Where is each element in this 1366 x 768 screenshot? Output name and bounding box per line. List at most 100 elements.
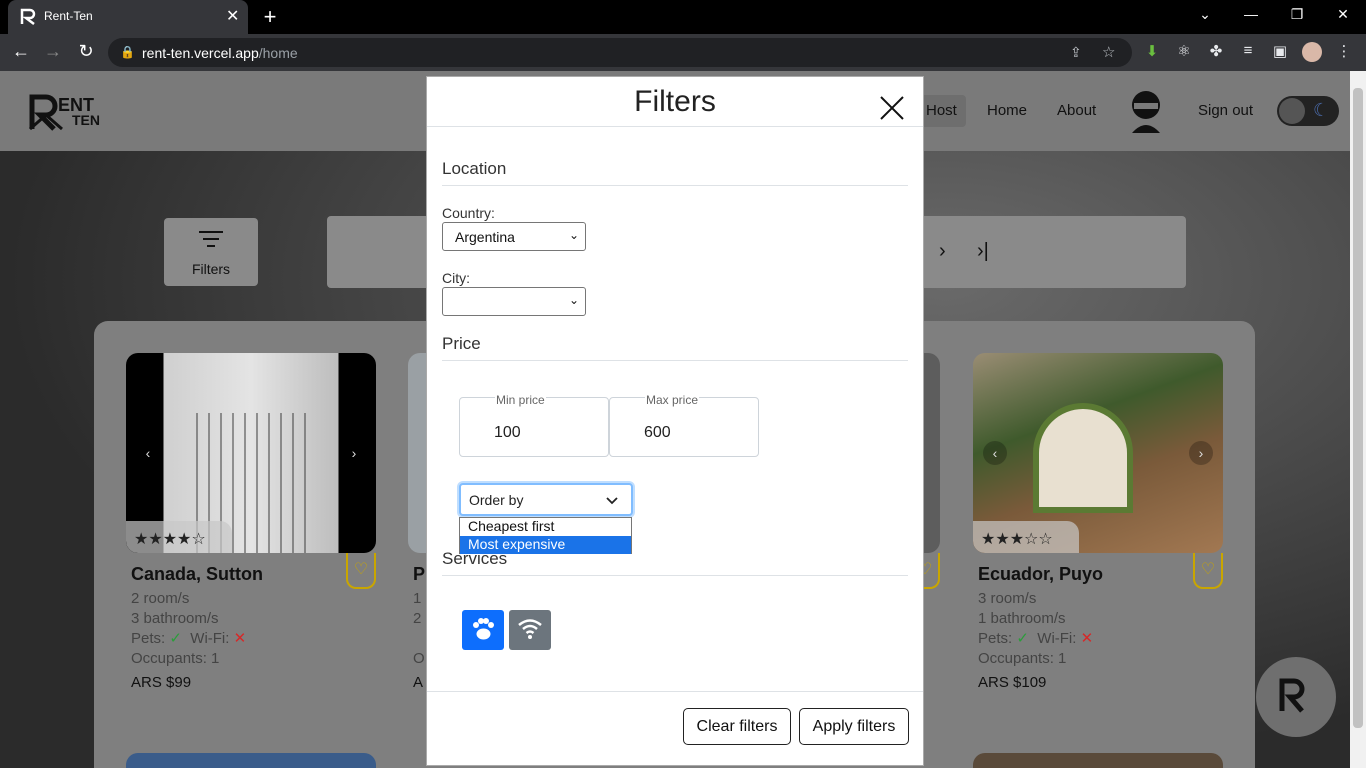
- bookmark-star-icon[interactable]: ☆: [1102, 43, 1115, 61]
- wifi-label: Wi-Fi:: [1037, 630, 1077, 647]
- rooms-text: 2 room/s: [131, 590, 190, 607]
- price-text: ARS $109: [978, 674, 1047, 691]
- baths-text: 3 bathroom/s: [131, 610, 219, 627]
- react-devtools-icon[interactable]: ⚛: [1174, 42, 1194, 60]
- country-label: Country:: [442, 205, 495, 221]
- wifi-service-toggle[interactable]: [509, 610, 551, 650]
- floating-logo-button[interactable]: [1256, 657, 1336, 737]
- listing-details: 3 room/s 1 bathroom/s Pets: ✓ Wi-Fi: ✕ O…: [978, 589, 1218, 693]
- price-text: ARS $99: [131, 674, 192, 691]
- svg-text:TEN: TEN: [72, 112, 100, 128]
- city-select[interactable]: ⌄: [442, 287, 586, 316]
- extensions-puzzle-icon[interactable]: ✤: [1206, 42, 1226, 60]
- address-bar[interactable]: 🔒 rent-ten.vercel.app/home ⇪ ☆: [108, 38, 1132, 67]
- lock-icon: 🔒: [120, 45, 135, 59]
- location-heading: Location: [442, 159, 507, 178]
- new-tab-icon[interactable]: +: [258, 4, 282, 30]
- chevron-down-icon: ⌄: [568, 228, 579, 242]
- listing-title: P: [413, 564, 426, 584]
- close-icon[interactable]: [879, 95, 905, 121]
- reload-icon[interactable]: ↻: [75, 41, 97, 62]
- url-text: rent-ten.vercel.app/home: [142, 45, 298, 61]
- apply-filters-button[interactable]: Apply filters: [799, 708, 909, 745]
- rating-stars: ★★★☆☆: [981, 531, 1053, 548]
- rating-stars: ★★★★☆: [134, 531, 206, 548]
- window-close-icon[interactable]: ✕: [1333, 6, 1353, 23]
- chevron-down-icon: ⌄: [568, 293, 579, 307]
- photo-next-icon[interactable]: ›: [1189, 441, 1213, 465]
- favorite-heart-icon[interactable]: ♡: [1193, 553, 1223, 589]
- rent-ten-logo[interactable]: ENT TEN: [28, 91, 112, 133]
- pets-service-toggle[interactable]: [462, 610, 504, 650]
- side-panel-icon[interactable]: ▣: [1270, 42, 1290, 60]
- open-filters-button[interactable]: Filters: [164, 218, 258, 286]
- filters-button-label: Filters: [191, 261, 231, 277]
- filter-lines-icon: [199, 231, 223, 247]
- rentten-logo-icon: [1279, 678, 1305, 713]
- photo-prev-icon[interactable]: ‹: [136, 441, 160, 465]
- option-cheapest-first[interactable]: Cheapest first: [460, 518, 631, 536]
- home-nav-link[interactable]: Home: [987, 102, 1027, 119]
- photo-prev-icon[interactable]: ‹: [983, 441, 1007, 465]
- listing-details: 2 room/s 3 bathroom/s Pets: ✓ Wi-Fi: ✕ O…: [131, 589, 371, 693]
- share-icon[interactable]: ⇪: [1070, 44, 1082, 61]
- page-viewport: ENT TEN Host Home About Sign out ☾ Filte…: [0, 71, 1350, 768]
- photo-next-icon[interactable]: ›: [342, 441, 366, 465]
- pets-label: Pets:: [978, 630, 1013, 647]
- option-most-expensive[interactable]: Most expensive: [460, 536, 631, 554]
- user-avatar-icon[interactable]: [1128, 89, 1164, 133]
- forward-icon[interactable]: →: [42, 41, 64, 62]
- browser-menu-icon[interactable]: ⋮: [1334, 42, 1354, 60]
- tab-close-icon[interactable]: ✕: [226, 6, 239, 26]
- price-text: A: [413, 674, 424, 691]
- wifi-label: Wi-Fi:: [190, 630, 230, 647]
- profile-avatar[interactable]: [1302, 42, 1322, 62]
- scrollbar-thumb[interactable]: [1353, 88, 1363, 728]
- cross-icon: ✕: [1080, 630, 1094, 647]
- order-by-select[interactable]: Order by: [459, 483, 633, 516]
- rentten-favicon-icon: [20, 8, 36, 25]
- about-nav-link[interactable]: About: [1057, 102, 1096, 119]
- city-label: City:: [442, 270, 470, 286]
- clear-filters-button[interactable]: Clear filters: [683, 708, 791, 745]
- browser-tab[interactable]: Rent-Ten ✕: [8, 0, 248, 34]
- order-by-dropdown: Cheapest first Most expensive: [459, 517, 632, 554]
- next-page-icon[interactable]: ›: [939, 240, 946, 263]
- download-extension-icon[interactable]: ⬇: [1142, 42, 1162, 60]
- max-price-label: Max price: [645, 393, 700, 407]
- listing-photo: [126, 753, 376, 768]
- modal-header: Filters: [427, 77, 923, 127]
- browser-tab-bar: Rent-Ten ✕ + ⌄ — ❐ ✕: [0, 0, 1366, 34]
- paw-icon: [473, 618, 494, 640]
- min-price-field[interactable]: Min price 100: [459, 393, 609, 457]
- max-price-value: 600: [644, 424, 671, 441]
- country-select[interactable]: Argentina ⌄: [442, 222, 586, 251]
- back-icon[interactable]: ←: [10, 41, 32, 62]
- minimize-icon[interactable]: —: [1241, 6, 1261, 22]
- last-page-icon[interactable]: ›|: [977, 240, 989, 263]
- amenities-row: Pets: ✓ Wi-Fi: ✕: [131, 629, 371, 649]
- modal-title: Filters: [634, 85, 716, 118]
- media-queue-icon[interactable]: ≡: [1238, 42, 1258, 59]
- occupants-text: O: [413, 650, 425, 667]
- divider: [442, 575, 908, 576]
- hobbit-house-image: [1033, 403, 1133, 513]
- listing-title: Ecuador, Puyo: [978, 564, 1104, 584]
- rooms-text: 1: [413, 590, 422, 607]
- occupants-text: Occupants: 1: [131, 650, 220, 667]
- listing-photo: ‹ › ★★★★☆: [126, 353, 376, 553]
- baths-text: 1 bathroom/s: [978, 610, 1066, 627]
- restore-icon[interactable]: ❐: [1287, 6, 1307, 23]
- listing-details: 1 2 O A: [413, 589, 425, 693]
- max-price-field[interactable]: Max price 600: [609, 393, 759, 457]
- divider: [442, 360, 908, 361]
- wifi-icon: [518, 619, 542, 639]
- dark-mode-toggle[interactable]: ☾: [1277, 96, 1339, 126]
- sign-out-link[interactable]: Sign out: [1198, 102, 1253, 119]
- check-icon: ✓: [1016, 630, 1029, 647]
- occupants-text: Occupants: 1: [978, 650, 1067, 667]
- pets-label: Pets:: [131, 630, 166, 647]
- divider: [442, 185, 908, 186]
- tab-search-icon[interactable]: ⌄: [1195, 6, 1215, 23]
- favorite-heart-icon[interactable]: ♡: [346, 553, 376, 589]
